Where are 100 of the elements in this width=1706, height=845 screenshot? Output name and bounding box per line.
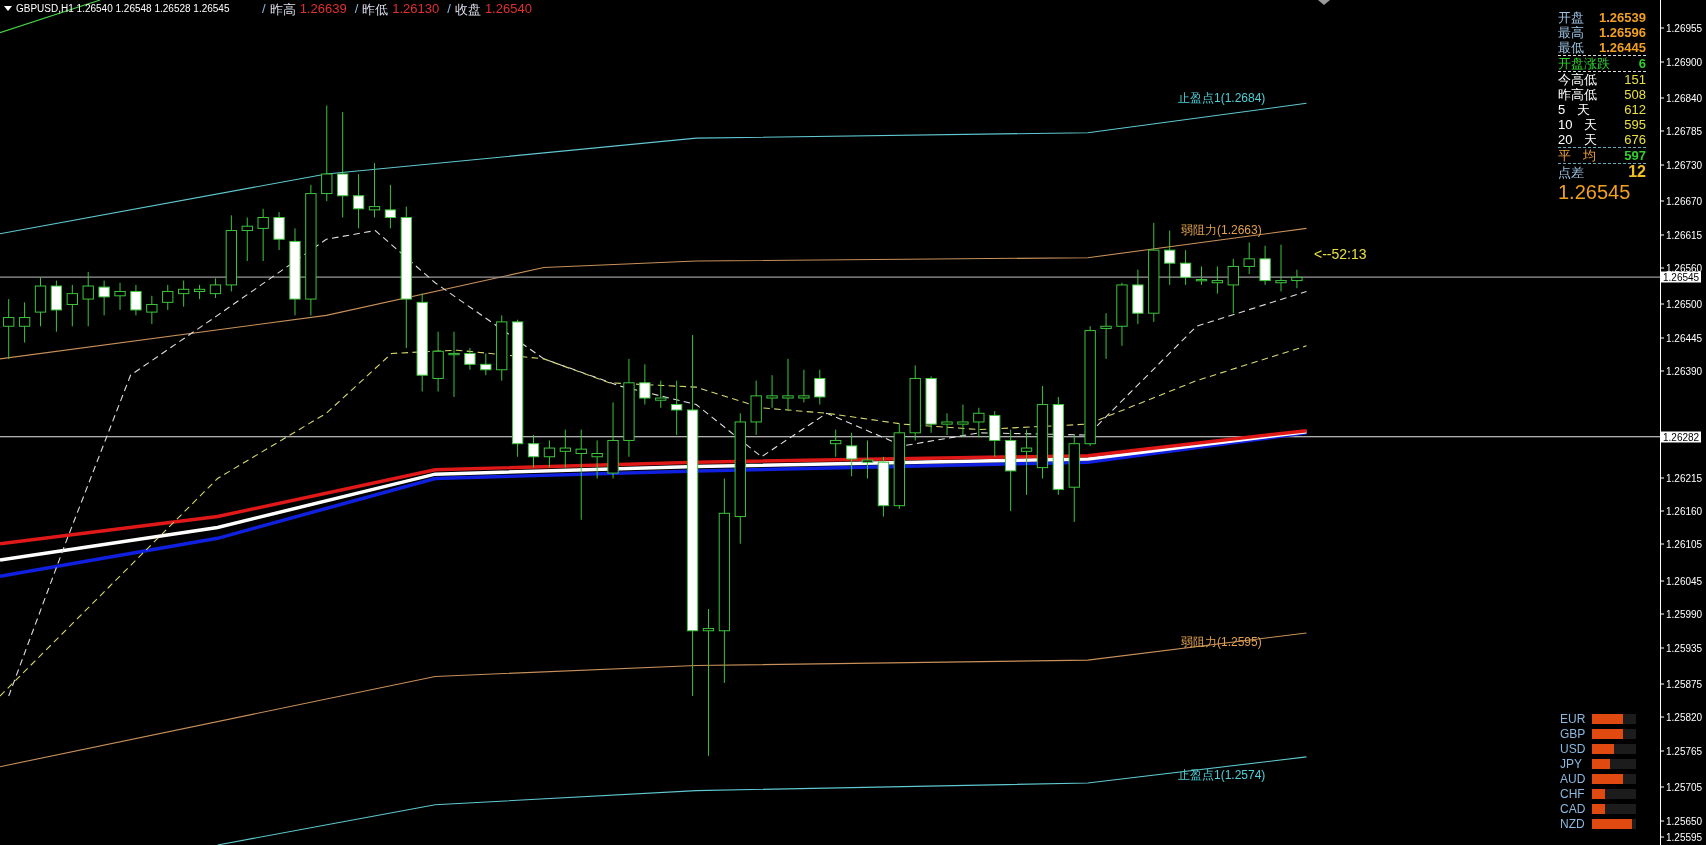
candle — [782, 358, 794, 412]
candle — [18, 301, 31, 344]
candle — [1211, 265, 1224, 295]
candle — [655, 380, 667, 409]
candle — [66, 284, 78, 327]
currency-label: AUD — [1560, 772, 1587, 786]
info-label: 最低 — [1558, 40, 1584, 55]
axis-tick-label: 1.26445 — [1666, 332, 1703, 344]
stat-label: 收盘 — [454, 1, 481, 19]
info-label: 20 天 — [1558, 132, 1598, 147]
axis-tick-label: 1.25705 — [1666, 781, 1703, 793]
candle — [209, 277, 222, 299]
currency-label: JPY — [1560, 757, 1583, 771]
candle — [98, 280, 110, 316]
candle — [448, 331, 460, 398]
axis-tick-label: 1.26900 — [1666, 56, 1703, 67]
axis-tick-label: 1.26615 — [1666, 229, 1703, 241]
info-value: 151 — [1624, 72, 1646, 87]
axis-tick-label: 1.26390 — [1666, 365, 1703, 377]
stat-value: 1.26639 — [299, 1, 347, 18]
candle — [925, 375, 937, 434]
price-tag: 1.26545 — [1661, 271, 1702, 283]
info-value: 1.26445 — [1599, 40, 1646, 55]
level-label: 弱阻力(1.2663) — [1181, 222, 1262, 239]
candle — [1227, 258, 1239, 314]
candle — [798, 369, 810, 403]
info-value: 12 — [1628, 164, 1646, 179]
info-value: 508 — [1624, 87, 1646, 102]
info-label: 10 天 — [1558, 117, 1598, 132]
info-label: 开盘涨跌 — [1558, 56, 1610, 71]
candle — [273, 211, 285, 251]
axis-tick-label: 1.26560 — [1666, 262, 1703, 274]
candle — [1020, 429, 1033, 496]
candle — [1132, 269, 1144, 325]
candle — [146, 295, 158, 325]
level-label: 止盈点1(1.2684) — [1178, 90, 1266, 107]
info-value: 1.26596 — [1599, 25, 1646, 40]
symbol-quote: GBPUSD,H1 1.26540 1.26548 1.26528 1.26545 — [16, 3, 230, 14]
currency-label: CHF — [1560, 787, 1586, 801]
axis-tick-label: 1.26840 — [1666, 92, 1703, 104]
candle — [1179, 249, 1192, 286]
candle — [50, 280, 63, 333]
candle — [162, 284, 174, 311]
stat-value: 1.26540 — [484, 1, 532, 18]
axis-tick-label: 1.25820 — [1666, 711, 1703, 723]
axis-tick-label: 1.26045 — [1666, 575, 1703, 587]
candle — [178, 280, 190, 308]
axis-tick-label: 1.26785 — [1666, 125, 1703, 137]
candle — [989, 410, 1001, 458]
candle — [941, 412, 953, 436]
separator-text: / — [262, 1, 266, 18]
currency-label: NZD — [1560, 817, 1586, 831]
info-label: 5 天 — [1558, 102, 1590, 117]
candle — [1275, 244, 1287, 292]
info-label: 最高 — [1558, 25, 1584, 40]
info-value: 612 — [1624, 102, 1646, 117]
candle — [1291, 269, 1303, 289]
candle — [34, 276, 47, 327]
axis-tick-label: 1.26105 — [1666, 538, 1703, 550]
axis-tick-label: 1.25765 — [1666, 745, 1703, 757]
info-label: 开盘 — [1558, 10, 1584, 25]
candle — [845, 432, 858, 477]
candle — [3, 298, 15, 360]
candle — [1243, 242, 1255, 275]
candle — [877, 456, 890, 518]
axis-tick-label: 1.26955 — [1666, 22, 1703, 34]
stat-label: 昨高 — [269, 1, 296, 19]
currency-label: CAD — [1560, 802, 1587, 816]
info-value: 676 — [1624, 132, 1646, 147]
stat-label: 昨低 — [362, 1, 389, 19]
candle — [241, 217, 253, 262]
candle — [543, 439, 556, 469]
candle — [114, 282, 126, 311]
candle — [527, 434, 540, 469]
axis-tick-label: 1.25875 — [1666, 678, 1703, 690]
dropdown-triangle-icon[interactable] — [4, 6, 12, 11]
candle — [480, 352, 492, 376]
candle — [257, 208, 269, 262]
price-tag: 1.26282 — [1661, 431, 1702, 443]
info-value: 595 — [1624, 117, 1646, 132]
candle — [766, 374, 778, 409]
currency-label: EUR — [1560, 712, 1587, 726]
info-label: 平 均 — [1558, 148, 1596, 163]
candle — [639, 363, 651, 406]
stat-value: 1.26130 — [392, 1, 440, 18]
info-label: 今高低 — [1558, 72, 1597, 87]
info-value: 597 — [1624, 148, 1646, 163]
info-value: 6 — [1638, 56, 1646, 71]
separator-text: / — [354, 1, 359, 18]
axis-tick-label: 1.26500 — [1666, 298, 1703, 310]
candle — [559, 429, 571, 469]
candle — [82, 271, 94, 327]
axis-tick-label: 1.26730 — [1666, 159, 1703, 171]
info-label: 点差 — [1558, 165, 1584, 180]
level-label: 止盈点1(1.2574) — [1178, 767, 1266, 784]
candle — [368, 162, 381, 218]
current-price: 1.26545 — [1558, 180, 1632, 204]
info-value: 1.26539 — [1599, 10, 1646, 25]
candle — [1116, 282, 1128, 347]
candle — [671, 380, 683, 436]
